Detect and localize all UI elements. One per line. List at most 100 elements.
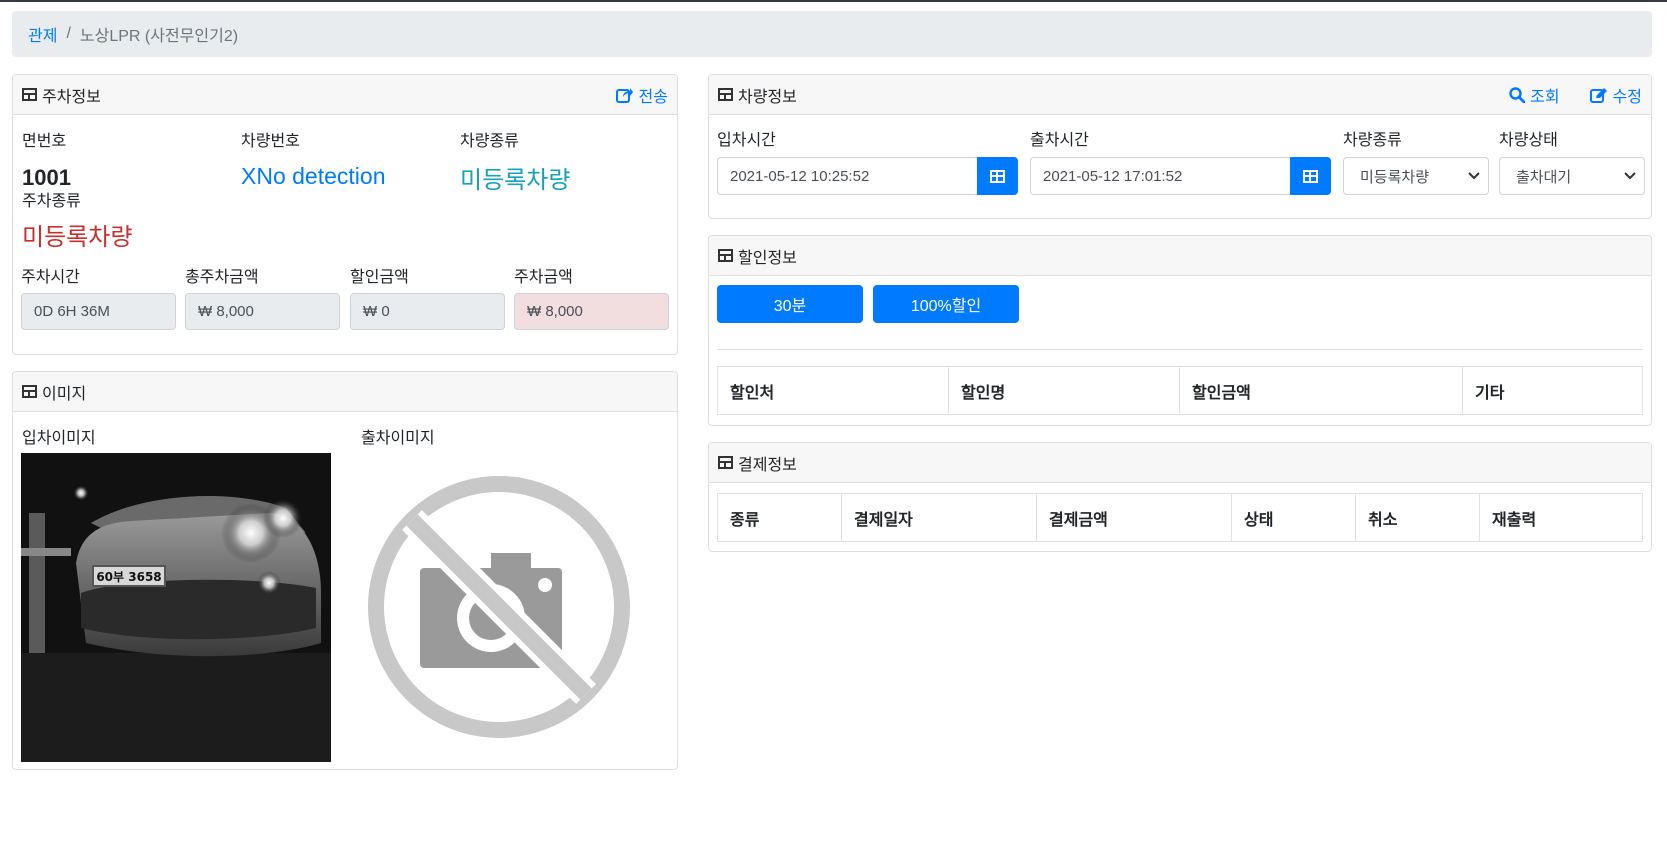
entry-image[interactable]: 60부 3658 bbox=[21, 453, 331, 762]
vehicle-type-select-field: 차량종류 미등록차량 bbox=[1343, 126, 1489, 195]
payment-col-status: 상태 bbox=[1231, 493, 1356, 542]
table-icon bbox=[718, 88, 733, 101]
search-button[interactable]: 조회 bbox=[1509, 83, 1560, 107]
vehicle-info-card: 차량정보 조회 수정 입차시간 2021-05-12 10:25:52 출차시간… bbox=[708, 74, 1652, 219]
payment-table: 종류 결제일자 결제금액 상태 취소 재출력 bbox=[717, 493, 1643, 542]
payment-col-date: 결제일자 bbox=[841, 493, 1037, 542]
table-icon bbox=[718, 249, 733, 262]
payment-col-reprint: 재출력 bbox=[1479, 493, 1643, 542]
vehicle-status-selected: 출차대기 bbox=[1516, 168, 1572, 186]
payment-info-header: 결제정보 bbox=[709, 443, 1651, 483]
duration-field: 주차시간 0D 6H 36M bbox=[21, 263, 176, 330]
payment-info-title: 결제정보 bbox=[738, 456, 797, 474]
plate-number-field: 차량번호 XNo detection bbox=[241, 127, 385, 190]
discount-col-source: 할인처 bbox=[717, 366, 949, 415]
exit-image-label: 출차이미지 bbox=[361, 430, 435, 447]
table-icon bbox=[22, 385, 37, 398]
discount-100pct-button[interactable]: 100%할인 bbox=[873, 285, 1019, 323]
vehicle-type-field: 차량종류 미등록차량 bbox=[460, 127, 570, 195]
edit-button[interactable]: 수정 bbox=[1589, 83, 1642, 107]
table-icon bbox=[718, 456, 733, 469]
entry-plate-text: 60부 3658 bbox=[96, 570, 161, 584]
search-label: 조회 bbox=[1530, 88, 1560, 106]
edit-icon bbox=[1589, 87, 1607, 103]
discount-amount-input: ₩ 0 bbox=[350, 293, 505, 330]
parking-type-value: 미등록차량 bbox=[22, 224, 133, 251]
discount-info-card: 할인정보 30분 100%할인 할인처 할인명 할인금액 기타 bbox=[708, 235, 1652, 426]
entry-time-label: 입차시간 bbox=[717, 132, 776, 149]
parking-fee-field: 주차금액 ₩ 8,000 bbox=[514, 263, 669, 330]
parking-info-card: 주차정보 전송 면번호 1001 차량번호 XNo detection 차량종류… bbox=[12, 74, 678, 355]
calendar-icon bbox=[1303, 169, 1318, 183]
vehicle-status-select-label: 차량상태 bbox=[1499, 132, 1558, 149]
discount-amount-field: 할인금액 ₩ 0 bbox=[350, 263, 505, 330]
plate-number-label: 차량번호 bbox=[241, 133, 300, 150]
vehicle-type-value: 미등록차량 bbox=[460, 167, 571, 194]
duration-input: 0D 6H 36M bbox=[21, 293, 176, 330]
discount-info-header: 할인정보 bbox=[709, 236, 1651, 276]
vehicle-status-select-field: 차량상태 출차대기 bbox=[1499, 126, 1645, 195]
breadcrumb-current: 노상LPR (사전무인기2) bbox=[79, 28, 239, 45]
parking-info-header: 주차정보 전송 bbox=[13, 75, 677, 115]
calendar-icon bbox=[990, 169, 1005, 183]
entry-time-input[interactable]: 2021-05-12 10:25:52 bbox=[717, 157, 977, 195]
table-icon bbox=[22, 88, 37, 101]
discount-amount-label: 할인금액 bbox=[350, 269, 409, 286]
chevron-down-icon bbox=[1624, 172, 1636, 180]
breadcrumb: 관제 / 노상LPR (사전무인기2) bbox=[12, 11, 1652, 57]
parking-info-title: 주차정보 bbox=[42, 88, 101, 106]
search-icon bbox=[1509, 86, 1526, 103]
entry-time-field: 입차시간 2021-05-12 10:25:52 bbox=[717, 126, 1018, 195]
total-amount-label: 총주차금액 bbox=[185, 269, 259, 286]
payment-col-amount: 결제금액 bbox=[1036, 493, 1232, 542]
send-button[interactable]: 전송 bbox=[615, 83, 668, 107]
vehicle-info-title: 차량정보 bbox=[738, 88, 797, 106]
send-label: 전송 bbox=[638, 88, 668, 106]
payment-info-card: 결제정보 종류 결제일자 결제금액 상태 취소 재출력 bbox=[708, 442, 1652, 552]
discount-col-etc: 기타 bbox=[1462, 366, 1643, 415]
top-border bbox=[0, 0, 1667, 2]
exit-time-input[interactable]: 2021-05-12 17:01:52 bbox=[1030, 157, 1290, 195]
images-header: 이미지 bbox=[13, 372, 677, 412]
share-icon bbox=[615, 87, 633, 103]
no-camera-icon bbox=[368, 476, 630, 738]
discount-divider bbox=[717, 349, 1643, 350]
plate-number-value: XNo detection bbox=[241, 163, 386, 189]
exit-image-placeholder bbox=[349, 453, 649, 762]
parking-type-field: 주차종류 미등록차량 bbox=[22, 187, 132, 252]
breadcrumb-link-control[interactable]: 관제 bbox=[28, 22, 57, 46]
space-number-field: 면번호 1001 bbox=[22, 127, 71, 191]
discount-30min-button[interactable]: 30분 bbox=[717, 285, 863, 323]
exit-time-field: 출차시간 2021-05-12 17:01:52 bbox=[1030, 126, 1331, 195]
images-title: 이미지 bbox=[42, 385, 87, 403]
images-card: 이미지 입차이미지 출차이미지 60부 3658 bbox=[12, 371, 678, 770]
vehicle-info-header: 차량정보 조회 수정 bbox=[709, 75, 1651, 115]
chevron-down-icon bbox=[1468, 172, 1480, 180]
duration-label: 주차시간 bbox=[21, 269, 80, 286]
discount-col-name: 할인명 bbox=[948, 366, 1180, 415]
payment-col-type: 종류 bbox=[717, 493, 842, 542]
vehicle-type-selected: 미등록차량 bbox=[1360, 168, 1430, 186]
parking-fee-input: ₩ 8,000 bbox=[514, 293, 669, 330]
discount-table-header-row: 할인처 할인명 할인금액 기타 bbox=[717, 366, 1643, 415]
edit-label: 수정 bbox=[1612, 88, 1642, 106]
vehicle-type-label: 차량종류 bbox=[460, 133, 519, 150]
parking-fee-label: 주차금액 bbox=[514, 269, 573, 286]
discount-col-amount: 할인금액 bbox=[1179, 366, 1463, 415]
exit-time-picker-button[interactable] bbox=[1290, 157, 1331, 195]
vehicle-type-select[interactable]: 미등록차량 bbox=[1343, 157, 1489, 195]
discount-table: 할인처 할인명 할인금액 기타 bbox=[717, 366, 1643, 415]
entry-image-label: 입차이미지 bbox=[22, 430, 96, 447]
payment-table-header-row: 종류 결제일자 결제금액 상태 취소 재출력 bbox=[717, 493, 1643, 542]
entry-car-photo: 60부 3658 bbox=[21, 453, 331, 762]
entry-time-picker-button[interactable] bbox=[977, 157, 1018, 195]
discount-info-title: 할인정보 bbox=[738, 249, 797, 267]
payment-col-cancel: 취소 bbox=[1355, 493, 1480, 542]
breadcrumb-separator: / bbox=[66, 25, 71, 42]
vehicle-type-select-label: 차량종류 bbox=[1343, 132, 1402, 149]
total-amount-input: ₩ 8,000 bbox=[185, 293, 340, 330]
vehicle-status-select[interactable]: 출차대기 bbox=[1499, 157, 1645, 195]
total-amount-field: 총주차금액 ₩ 8,000 bbox=[185, 263, 340, 330]
exit-time-label: 출차시간 bbox=[1030, 132, 1089, 149]
parking-type-label: 주차종류 bbox=[22, 193, 81, 210]
